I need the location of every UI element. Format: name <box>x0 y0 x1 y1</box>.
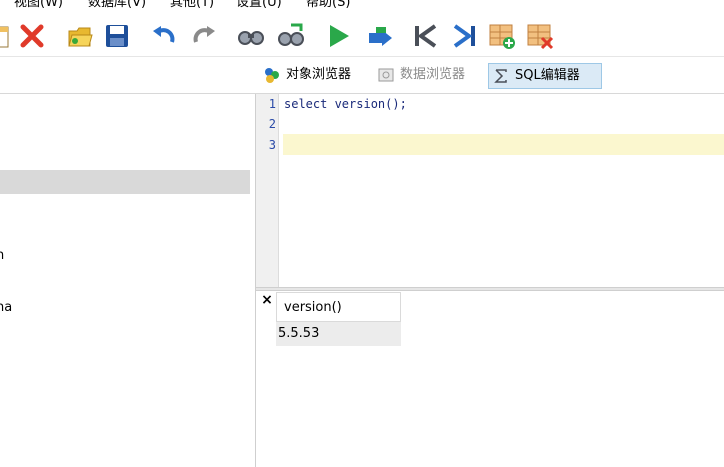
step-icon[interactable] <box>366 22 394 50</box>
result-cell[interactable]: 5.5.53 <box>276 322 401 346</box>
tree-selected-item[interactable] <box>0 170 250 194</box>
save-icon[interactable] <box>103 22 131 50</box>
menu-bar: 视图(W) 数据库(V) 其他(T) 设置(U) 帮助(S) <box>0 0 724 16</box>
tab-object-browser[interactable]: 对象浏览器 <box>264 63 374 87</box>
close-results-button[interactable]: × <box>260 291 274 309</box>
first-icon[interactable] <box>411 22 439 50</box>
menu-other[interactable]: 其他(T) <box>170 0 214 11</box>
tab-sql-editor-label: SQL编辑器 <box>515 68 580 83</box>
delete-row-icon[interactable] <box>526 22 554 50</box>
add-row-icon[interactable] <box>488 22 516 50</box>
undo-icon[interactable] <box>150 22 178 50</box>
line-number: 1 <box>268 97 276 111</box>
code-line[interactable]: select version(); <box>284 97 407 111</box>
results-pane: × version() 5.5.53 <box>256 291 724 467</box>
view-switch-bar: 对象浏览器 数据浏览器 SQL编辑器 <box>0 57 724 94</box>
find-icon[interactable] <box>237 22 265 50</box>
new-doc-icon[interactable] <box>0 22 14 50</box>
delete-icon[interactable] <box>18 22 46 50</box>
last-icon[interactable] <box>451 22 479 50</box>
menu-help[interactable]: 帮助(S) <box>306 0 350 11</box>
redo-icon[interactable] <box>190 22 218 50</box>
sql-editor[interactable]: 1 2 3 select version(); <box>256 94 724 287</box>
tab-data-browser[interactable]: 数据浏览器 <box>378 63 486 87</box>
menu-settings[interactable]: 设置(U) <box>236 0 282 11</box>
object-tree-pane: n na <box>0 94 256 467</box>
line-number-gutter: 1 2 3 <box>256 94 279 287</box>
toolbar <box>0 16 724 57</box>
data-browser-icon <box>378 67 394 83</box>
menu-view[interactable]: 视图(W) <box>14 0 63 11</box>
tab-sql-editor[interactable]: SQL编辑器 <box>488 63 602 89</box>
object-browser-icon <box>264 67 280 83</box>
column-header[interactable]: version() <box>276 292 401 322</box>
replace-icon[interactable] <box>277 22 305 50</box>
tab-data-browser-label: 数据浏览器 <box>400 67 466 82</box>
tree-item[interactable]: na <box>0 300 12 315</box>
current-line-highlight <box>283 134 724 155</box>
run-icon[interactable] <box>325 22 353 50</box>
menu-database[interactable]: 数据库(V) <box>88 0 146 11</box>
line-number: 2 <box>268 117 276 131</box>
tab-object-browser-label: 对象浏览器 <box>286 67 352 82</box>
line-number: 3 <box>268 138 276 152</box>
sql-editor-icon <box>493 68 509 84</box>
open-folder-icon[interactable] <box>66 22 94 50</box>
tree-item[interactable]: n <box>0 248 4 263</box>
